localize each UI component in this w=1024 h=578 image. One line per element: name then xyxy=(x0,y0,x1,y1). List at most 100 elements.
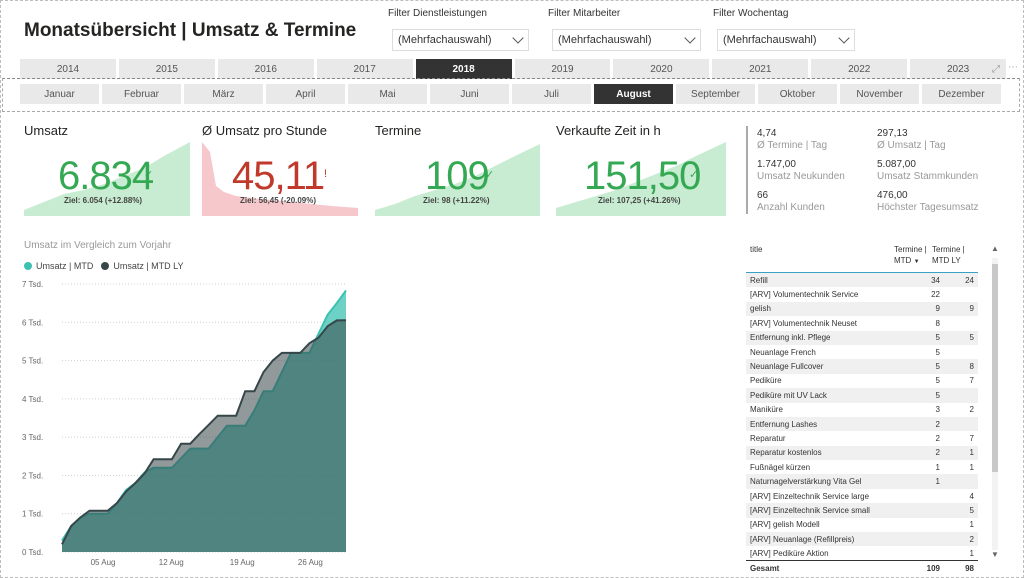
month-januar[interactable]: Januar xyxy=(20,84,99,104)
chart-legend: Umsatz | MTD Umsatz | MTD LY xyxy=(24,261,184,271)
year-2019[interactable]: 2019 xyxy=(514,59,611,79)
y-tick-label: 4 Tsd. xyxy=(22,395,43,404)
y-tick-label: 2 Tsd. xyxy=(22,471,43,480)
stat-value: 476,00 xyxy=(877,190,908,201)
cell-termine-mtd: 2 xyxy=(935,448,940,458)
legend-label-mtd: Umsatz | MTD xyxy=(36,261,94,271)
year-2018[interactable]: 2018 xyxy=(415,59,512,79)
kpi-verkaufte-zeit: Verkaufte Zeit in h 151,50 ✓ Ziel: 107,2… xyxy=(556,120,726,216)
table-row[interactable]: [ARV] Volumentechnik Service 22 xyxy=(746,287,978,301)
y-tick-label: 5 Tsd. xyxy=(22,357,43,366)
month-november[interactable]: November xyxy=(840,84,919,104)
cell-termine-mtd-ly: 24 xyxy=(965,275,974,285)
kpi-title: Termine xyxy=(375,123,422,138)
area-chart[interactable]: 0 Tsd. 1 Tsd. 2 Tsd. 3 Tsd. 4 Tsd. 5 Tsd. 6 Ts… xyxy=(18,276,358,572)
cell-title: Entfernung Lashes xyxy=(750,419,818,429)
filter-mitarbeiter-dropdown[interactable]: (Mehrfachauswahl) xyxy=(552,29,701,51)
cell-title: [ARV] Neuanlage (Refillpreis) xyxy=(750,534,855,544)
kpi-umsatz-pro-stunde: Ø Umsatz pro Stunde 45,11 ! Ziel: 56,45 … xyxy=(202,120,358,216)
cell-termine-mtd: 9 xyxy=(935,304,940,314)
table-row[interactable]: Entfernung inkl. Pflege 5 5 xyxy=(746,330,978,345)
cell-title: [ARV] gelish Modell xyxy=(750,520,820,530)
filter-value: (Mehrfachauswahl) xyxy=(723,34,817,46)
table-row[interactable]: Entfernung Lashes 2 xyxy=(746,416,978,432)
month-dezember[interactable]: Dezember xyxy=(922,84,1001,104)
cell-title: Neuanlage French xyxy=(750,347,816,357)
stat-umsatz-neukunden: 1.747,00 Umsatz Neukunden xyxy=(757,159,845,182)
table-row[interactable]: [ARV] Neuanlage (Refillpreis) 2 xyxy=(746,532,978,547)
focus-mode-icon[interactable]: ⤢ xyxy=(992,64,1000,75)
kpi-value: 109 xyxy=(425,154,490,198)
month-august[interactable]: August xyxy=(594,84,673,104)
table-row[interactable]: [ARV] Volumentechnik Neuset 8 xyxy=(746,316,978,330)
cell-title: [ARV] Volumentechnik Neuset xyxy=(750,318,858,328)
table-row[interactable]: [ARV] Einzeltechnik Service large 4 xyxy=(746,489,978,503)
header-label: Termine | MTD xyxy=(894,245,927,265)
filter-dienstleistungen-dropdown[interactable]: (Mehrfachauswahl) xyxy=(392,29,529,51)
year-2017[interactable]: 2017 xyxy=(316,59,413,79)
month-mai[interactable]: Mai xyxy=(348,84,427,104)
filter-wochentag-dropdown[interactable]: (Mehrfachauswahl) xyxy=(717,29,855,51)
month-april[interactable]: April xyxy=(266,84,345,104)
month-februar[interactable]: Februar xyxy=(102,84,181,104)
table-row[interactable]: Neuanlage French 5 xyxy=(746,345,978,359)
header-title[interactable]: title xyxy=(750,244,762,255)
more-options-icon[interactable]: ⋯ xyxy=(1008,62,1018,73)
y-tick-label: 1 Tsd. xyxy=(22,510,43,519)
year-2020[interactable]: 2020 xyxy=(613,59,710,79)
table-row[interactable]: [ARV] Einzeltechnik Service small 5 xyxy=(746,503,978,518)
table-header: title Termine | MTD ▼ Termine | MTD LY xyxy=(746,240,978,273)
table-row[interactable]: [ARV] Pediküre Aktion 1 xyxy=(746,546,978,560)
scroll-down-icon[interactable]: ▼ xyxy=(990,550,1000,559)
month-juni[interactable]: Juni xyxy=(430,84,509,104)
cell-termine-mtd: 22 xyxy=(931,290,940,300)
cell-title: Pediküre xyxy=(750,376,782,386)
table-scrollbar[interactable]: ▲ ▼ xyxy=(990,244,1000,562)
cell-termine-mtd-ly: 2 xyxy=(969,405,974,415)
table-row[interactable]: Pediküre mit UV Lack 5 xyxy=(746,388,978,403)
series-mtd-ly-area[interactable] xyxy=(62,320,346,552)
year-2022[interactable]: 2022 xyxy=(811,59,908,79)
cell-termine-mtd: 5 xyxy=(935,376,940,386)
table-row[interactable]: Reparatur kostenlos 2 1 xyxy=(746,445,978,461)
cell-termine-mtd-ly: 2 xyxy=(969,534,974,544)
filter-label: Filter Mitarbeiter xyxy=(548,8,621,19)
total-mtd-ly: 98 xyxy=(965,564,974,573)
stats-divider xyxy=(746,126,748,214)
table-row[interactable]: Neuanlage Fullcover 5 8 xyxy=(746,359,978,374)
table-body: Refill 34 24 [ARV] Volumentechnik Service 22… xyxy=(746,273,978,561)
cell-termine-mtd-ly: 7 xyxy=(969,376,974,386)
table-row[interactable]: Refill 34 24 xyxy=(746,273,978,288)
month-märz[interactable]: März xyxy=(184,84,263,104)
table-row[interactable]: Fußnägel kürzen 1 1 xyxy=(746,460,978,474)
month-oktober[interactable]: Oktober xyxy=(758,84,837,104)
scroll-up-icon[interactable]: ▲ xyxy=(990,244,1000,253)
month-september[interactable]: September xyxy=(676,84,755,104)
table-row[interactable]: Pediküre 5 7 xyxy=(746,374,978,388)
table-row[interactable]: Naturnagelverstärkung Vita Gel 1 xyxy=(746,474,978,489)
year-2015[interactable]: 2015 xyxy=(118,59,215,79)
stat-label: Umsatz Stammkunden xyxy=(877,171,979,182)
table-row[interactable]: Maniküre 3 2 xyxy=(746,403,978,417)
kpi-termine: Termine 109 ✓ Ziel: 98 (+11.22%) xyxy=(375,120,540,216)
cell-termine-mtd-ly: 9 xyxy=(969,304,974,314)
month-juli[interactable]: Juli xyxy=(512,84,591,104)
header-termine-mtd-ly[interactable]: Termine | MTD LY xyxy=(932,244,972,266)
cell-title: Refill xyxy=(750,275,768,285)
year-2021[interactable]: 2021 xyxy=(712,59,809,79)
year-2014[interactable]: 2014 xyxy=(20,59,116,79)
header-termine-mtd[interactable]: Termine | MTD ▼ xyxy=(894,244,930,268)
year-slicer: 2014 2015 2016 2017 2018 2019 2020 2021 2022 2023 xyxy=(20,59,1007,79)
table-row[interactable]: Reparatur 2 7 xyxy=(746,431,978,445)
cell-termine-mtd-ly: 5 xyxy=(969,333,974,343)
cell-title: Pediküre mit UV Lack xyxy=(750,390,827,400)
stat-value: 1.747,00 xyxy=(757,159,796,170)
table-row[interactable]: [ARV] gelish Modell 1 xyxy=(746,518,978,532)
warning-icon: ! xyxy=(324,168,328,180)
scroll-thumb[interactable] xyxy=(992,264,998,472)
stat-anzahl-kunden: 66 Anzahl Kunden xyxy=(757,190,825,213)
cell-termine-mtd: 8 xyxy=(935,318,940,328)
table-row[interactable]: gelish 9 9 xyxy=(746,301,978,317)
year-2016[interactable]: 2016 xyxy=(217,59,314,79)
stat-label: Anzahl Kunden xyxy=(757,202,825,213)
